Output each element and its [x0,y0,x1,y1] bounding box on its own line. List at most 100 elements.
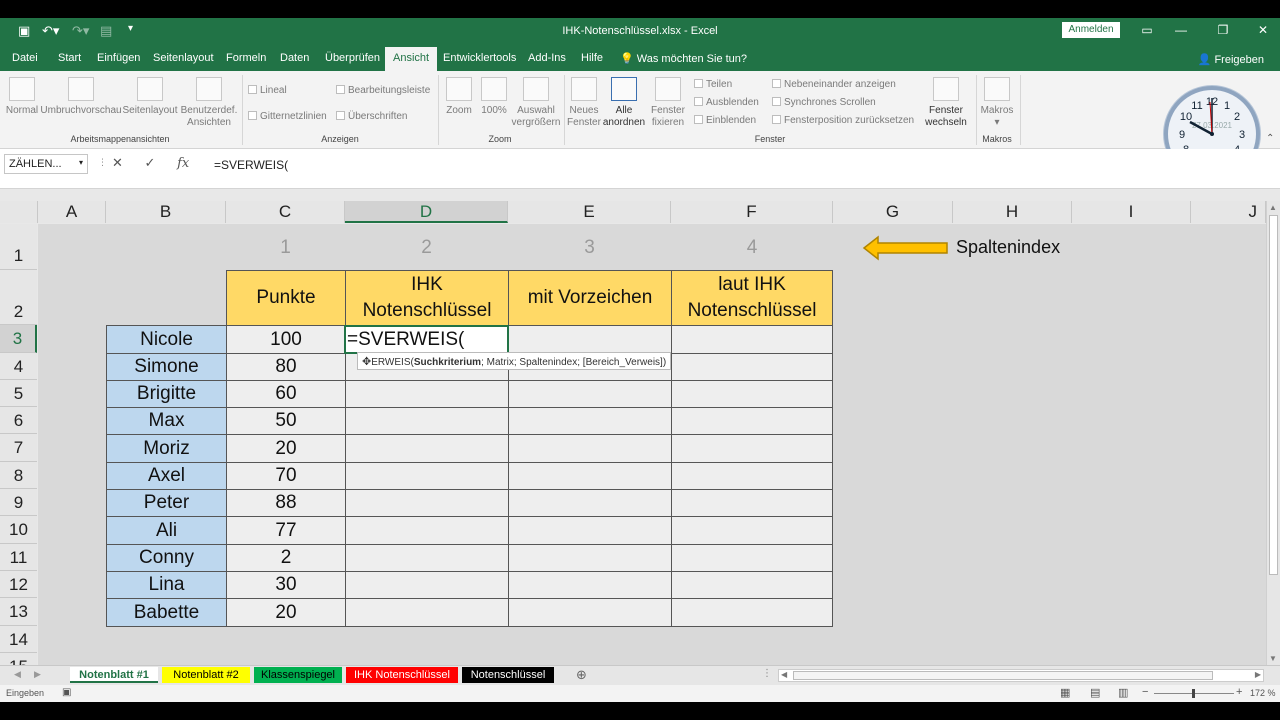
maximize-icon[interactable]: ❐ [1208,23,1238,37]
function-tooltip[interactable]: ✥ERWEIS(Suchkriterium; Matrix; Spaltenin… [357,352,672,370]
laut-ihk-cell[interactable] [671,380,833,408]
name-cell[interactable]: Conny [106,544,227,572]
points-cell[interactable]: 70 [226,462,346,490]
custom-views-button[interactable]: Benutzerdef. Ansichten [178,77,240,129]
side-by-side-button[interactable]: Nebeneinander anzeigen [772,79,896,91]
points-cell[interactable]: 60 [226,380,346,408]
points-cell[interactable]: 77 [226,516,346,545]
sign-cell[interactable] [508,407,672,435]
tab-daten[interactable]: Daten [280,52,309,64]
row-header-13[interactable]: 13 [0,598,37,626]
column-header-c[interactable]: C [226,201,345,223]
tab-hilfe[interactable]: Hilfe [581,52,603,64]
arrange-all-button[interactable]: Alle anordnen [602,77,646,129]
points-cell[interactable]: 20 [226,598,346,627]
points-cell[interactable]: 100 [226,325,346,354]
name-cell[interactable]: Brigitte [106,380,227,408]
header-cell-sign[interactable]: mit Vorzeichen [508,270,672,326]
sign-cell[interactable] [508,380,672,408]
laut-ihk-cell[interactable] [671,571,833,599]
pagelayout-view-button[interactable]: Seitenlayout [122,77,178,117]
zoom-100-button[interactable]: 100% [478,77,510,117]
tab-ueberpruefen[interactable]: Überprüfen [325,52,380,64]
laut-ihk-cell[interactable] [671,407,833,435]
sign-cell[interactable] [508,325,672,354]
headings-checkbox[interactable]: Überschriften [336,111,407,123]
points-cell[interactable]: 2 [226,544,346,572]
ihk-grade-cell[interactable] [345,434,509,463]
unhide-button[interactable]: Einblenden [694,115,756,127]
switch-windows-button[interactable]: Fenster wechseln [920,77,972,129]
tab-split-grip-icon[interactable]: ⋮ [762,668,772,679]
tab-datei[interactable]: Datei [12,52,38,64]
name-cell[interactable]: Lina [106,571,227,599]
ihk-grade-cell[interactable] [345,462,509,490]
row-header-9[interactable]: 9 [0,489,37,516]
sign-cell[interactable] [508,516,672,545]
name-box[interactable]: ZÄHLEN... ▾ [4,154,88,174]
row-header-1[interactable]: 1 [0,224,37,270]
row-header-11[interactable]: 11 [0,544,37,571]
tab-addins[interactable]: Add-Ins [528,52,566,64]
sign-cell[interactable] [508,462,672,490]
ihk-grade-cell[interactable] [345,598,509,627]
collapse-ribbon-icon[interactable]: ⌃ [1266,133,1274,144]
laut-ihk-cell[interactable] [671,353,833,381]
points-cell[interactable]: 20 [226,434,346,463]
laut-ihk-cell[interactable] [671,516,833,545]
tab-seitenlayout[interactable]: Seitenlayout [153,52,214,64]
name-cell[interactable]: Simone [106,353,227,381]
split-button[interactable]: Teilen [694,79,732,91]
header-cell-ihk[interactable]: IHK Notenschlüssel [345,270,509,326]
ihk-grade-cell[interactable] [345,571,509,599]
name-cell[interactable]: Babette [106,598,227,627]
column-header-d[interactable]: D [345,201,508,223]
sign-cell[interactable] [508,598,672,627]
laut-ihk-cell[interactable] [671,598,833,627]
points-cell[interactable]: 50 [226,407,346,435]
pagebreak-view-button[interactable]: Umbruchvorschau [40,77,122,117]
column-header-i[interactable]: I [1072,201,1191,223]
scroll-up-icon[interactable]: ▲ [1269,203,1277,212]
points-cell[interactable]: 30 [226,571,346,599]
column-header-e[interactable]: E [508,201,671,223]
ihk-grade-cell[interactable] [345,516,509,545]
row-header-5[interactable]: 5 [0,380,37,407]
name-cell[interactable]: Nicole [106,325,227,354]
insert-function-icon[interactable]: fx [177,156,189,171]
column-header-b[interactable]: B [106,201,226,223]
formula-bar-checkbox[interactable]: Bearbeitungsleiste [336,85,430,97]
row-header-7[interactable]: 7 [0,434,37,462]
laut-ihk-cell[interactable] [671,462,833,490]
header-cell-points[interactable]: Punkte [226,270,346,326]
select-all-corner[interactable] [0,201,38,223]
column-header-f[interactable]: F [671,201,833,223]
new-window-button[interactable]: Neues Fenster [566,77,602,129]
horizontal-scrollbar[interactable]: ◀ ▶ [778,669,1264,682]
enter-icon[interactable]: ✓ [145,155,156,170]
points-cell[interactable]: 80 [226,353,346,381]
sign-cell[interactable] [508,571,672,599]
laut-ihk-cell[interactable] [671,434,833,463]
macro-record-icon[interactable]: ▣ [62,687,71,698]
ihk-grade-cell[interactable] [345,489,509,517]
active-cell[interactable]: =SVERWEIS( [344,325,509,354]
tab-start[interactable]: Start [58,52,81,64]
close-icon[interactable]: ✕ [1248,23,1278,37]
zoom-level[interactable]: 172 % [1250,688,1276,698]
zoom-selection-button[interactable]: Auswahl vergrößern [510,77,562,129]
column-header-h[interactable]: H [953,201,1072,223]
row-header-2[interactable]: 2 [0,270,37,325]
zoom-slider-handle[interactable] [1192,689,1195,698]
pagebreak-status-icon[interactable]: ▥ [1118,686,1128,699]
name-cell[interactable]: Ali [106,516,227,545]
next-sheet-icon[interactable]: ▶ [34,669,41,680]
sign-cell[interactable] [508,434,672,463]
column-header-g[interactable]: G [833,201,953,223]
vertical-scrollbar[interactable]: ▲ ▼ [1266,201,1280,665]
prev-sheet-icon[interactable]: ◀ [14,669,21,680]
row-header-12[interactable]: 12 [0,571,37,598]
ihk-grade-cell[interactable] [345,544,509,572]
reset-position-button[interactable]: Fensterposition zurücksetzen [772,115,914,127]
macros-button[interactable]: Makros ▾ [978,77,1016,129]
